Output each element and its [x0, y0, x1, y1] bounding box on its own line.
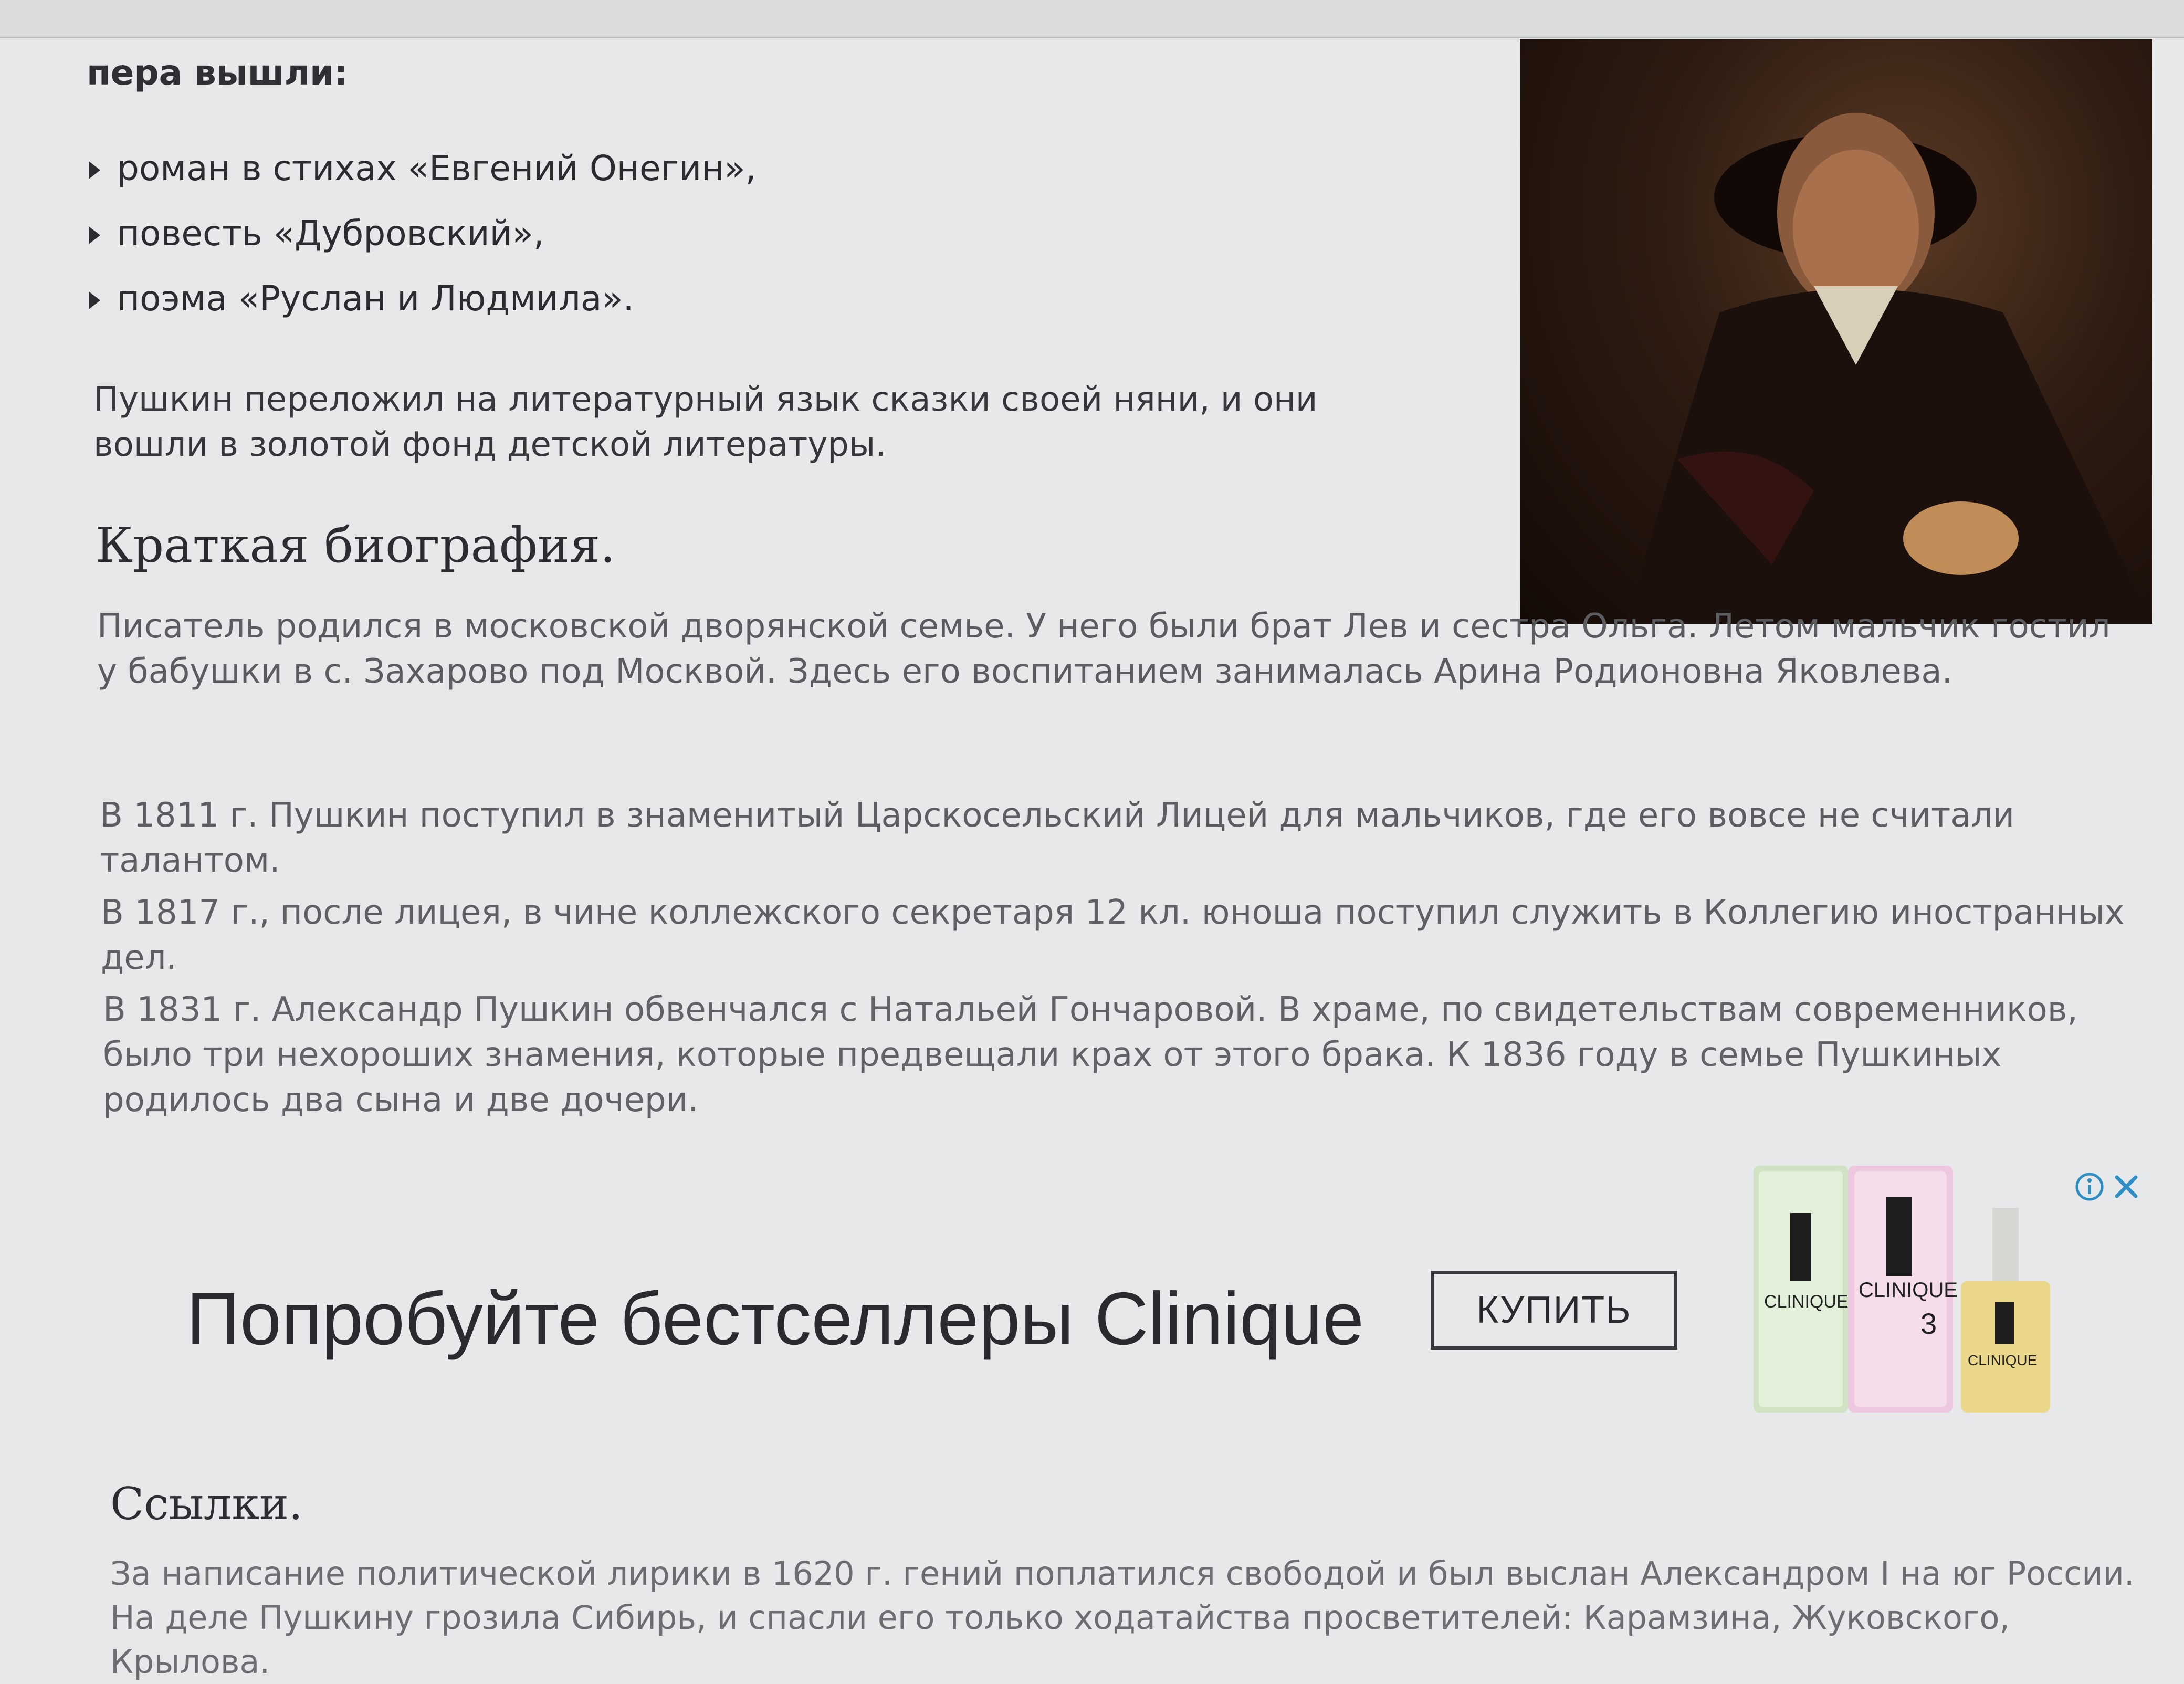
list-item: поэма «Руслан и Людмила».: [87, 280, 757, 318]
works-list: роман в стихах «Евгений Онегин», повесть…: [87, 150, 757, 345]
biography-paragraph-1817: В 1817 г., после лицея, в чине коллежско…: [101, 893, 2125, 977]
browser-top-strip: [0, 0, 2184, 38]
list-item: роман в стихах «Евгений Онегин»,: [87, 150, 757, 187]
list-item-text: повесть «Дубровский»,: [117, 213, 544, 254]
info-icon[interactable]: [2074, 1171, 2105, 1202]
links-heading: Ссылки.: [110, 1478, 303, 1530]
portrait-illustration: [1625, 113, 2152, 624]
pushkin-portrait-image: [1520, 39, 2152, 624]
ad-headline[interactable]: Попробуйте бестселлеры Clinique: [186, 1276, 1364, 1362]
links-paragraph: За написание политической лирики в 1620 …: [110, 1554, 2135, 1681]
triangle-bullet-icon: [89, 291, 100, 309]
biography-paragraph-1831: В 1831 г. Александр Пушкин обвенчался с …: [103, 990, 2078, 1120]
biography-paragraph-birth: Писатель родился в московской дворянской…: [97, 607, 2110, 691]
product-number-label: 3: [1920, 1307, 1937, 1340]
biography-paragraph-1811: В 1811 г. Пушкин поступил в знаменитый Ц…: [100, 796, 2014, 880]
triangle-bullet-icon: [89, 161, 100, 179]
triangle-bullet-icon: [89, 226, 100, 244]
product-brand-label-3: CLINIQUE: [1968, 1352, 2037, 1368]
product-brand-label-1: CLINIQUE: [1764, 1292, 1849, 1312]
clinique-products-image[interactable]: CLINIQUE CLINIQUE 3 CLINIQUE: [1754, 1166, 2058, 1418]
list-item-text: роман в стихах «Евгений Онегин»,: [117, 148, 757, 189]
biography-heading: Краткая биография.: [96, 517, 616, 573]
article-content: пера вышли: роман в стихах «Евгений Онег…: [0, 37, 2184, 1681]
list-item: повесть «Дубровский»,: [87, 215, 757, 253]
close-icon[interactable]: [2110, 1171, 2142, 1202]
ad-buy-button[interactable]: КУПИТЬ: [1431, 1271, 1677, 1350]
fairy-tales-paragraph: Пушкин переложил на литературный язык ск…: [93, 380, 1318, 464]
product-brand-label-2: CLINIQUE: [1858, 1279, 1958, 1302]
intro-text-tail: пера вышли:: [87, 53, 348, 93]
clinique-ad-banner[interactable]: Попробуйте бестселлеры Clinique КУПИТЬ C…: [100, 1166, 2163, 1465]
list-item-text: поэма «Руслан и Людмила».: [117, 278, 634, 319]
